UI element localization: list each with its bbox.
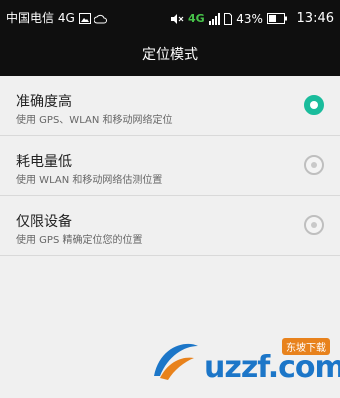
battery-icon [266,13,287,24]
radio-button[interactable] [304,215,324,235]
radio-button[interactable] [304,155,324,175]
option-title: 准确度高 [16,94,72,110]
option-title: 耗电量低 [16,154,72,170]
clock: 13:46 [296,10,334,26]
network-type-label: 4G [188,11,205,25]
option-high-accuracy[interactable]: 准确度高 使用 GPS、WLAN 和移动网络定位 [0,76,340,136]
location-mode-list: 准确度高 使用 GPS、WLAN 和移动网络定位 耗电量低 使用 WLAN 和移… [0,76,340,256]
sim-icon [224,12,233,25]
radio-button-selected[interactable] [304,95,324,115]
option-description: 使用 GPS、WLAN 和移动网络定位 [16,115,173,126]
watermark-text: uzzf.com [204,350,340,385]
status-right: 4G 43% 13:46 [170,10,334,27]
battery-percent: 43% [236,11,263,26]
status-bar: 中国电信 4G 4G 43% 13:46 [0,0,340,36]
option-title: 仅限设备 [16,214,72,230]
mute-icon [171,13,184,24]
option-battery-saving[interactable]: 耗电量低 使用 WLAN 和移动网络估测位置 [0,136,340,196]
option-description: 使用 GPS 精确定位您的位置 [16,235,143,246]
watermark-logo: 东坡下载 uzzf.com [146,330,340,390]
option-description: 使用 WLAN 和移动网络估测位置 [16,175,163,186]
carrier-label: 中国电信 4G [6,11,75,25]
status-left: 中国电信 4G [6,10,108,26]
image-icon [78,13,91,24]
signal-icon [208,12,220,25]
option-device-only[interactable]: 仅限设备 使用 GPS 精确定位您的位置 [0,196,340,256]
cloud-icon [94,14,108,23]
page-title: 定位模式 [0,36,340,76]
watermark-emblem-icon [154,343,198,380]
